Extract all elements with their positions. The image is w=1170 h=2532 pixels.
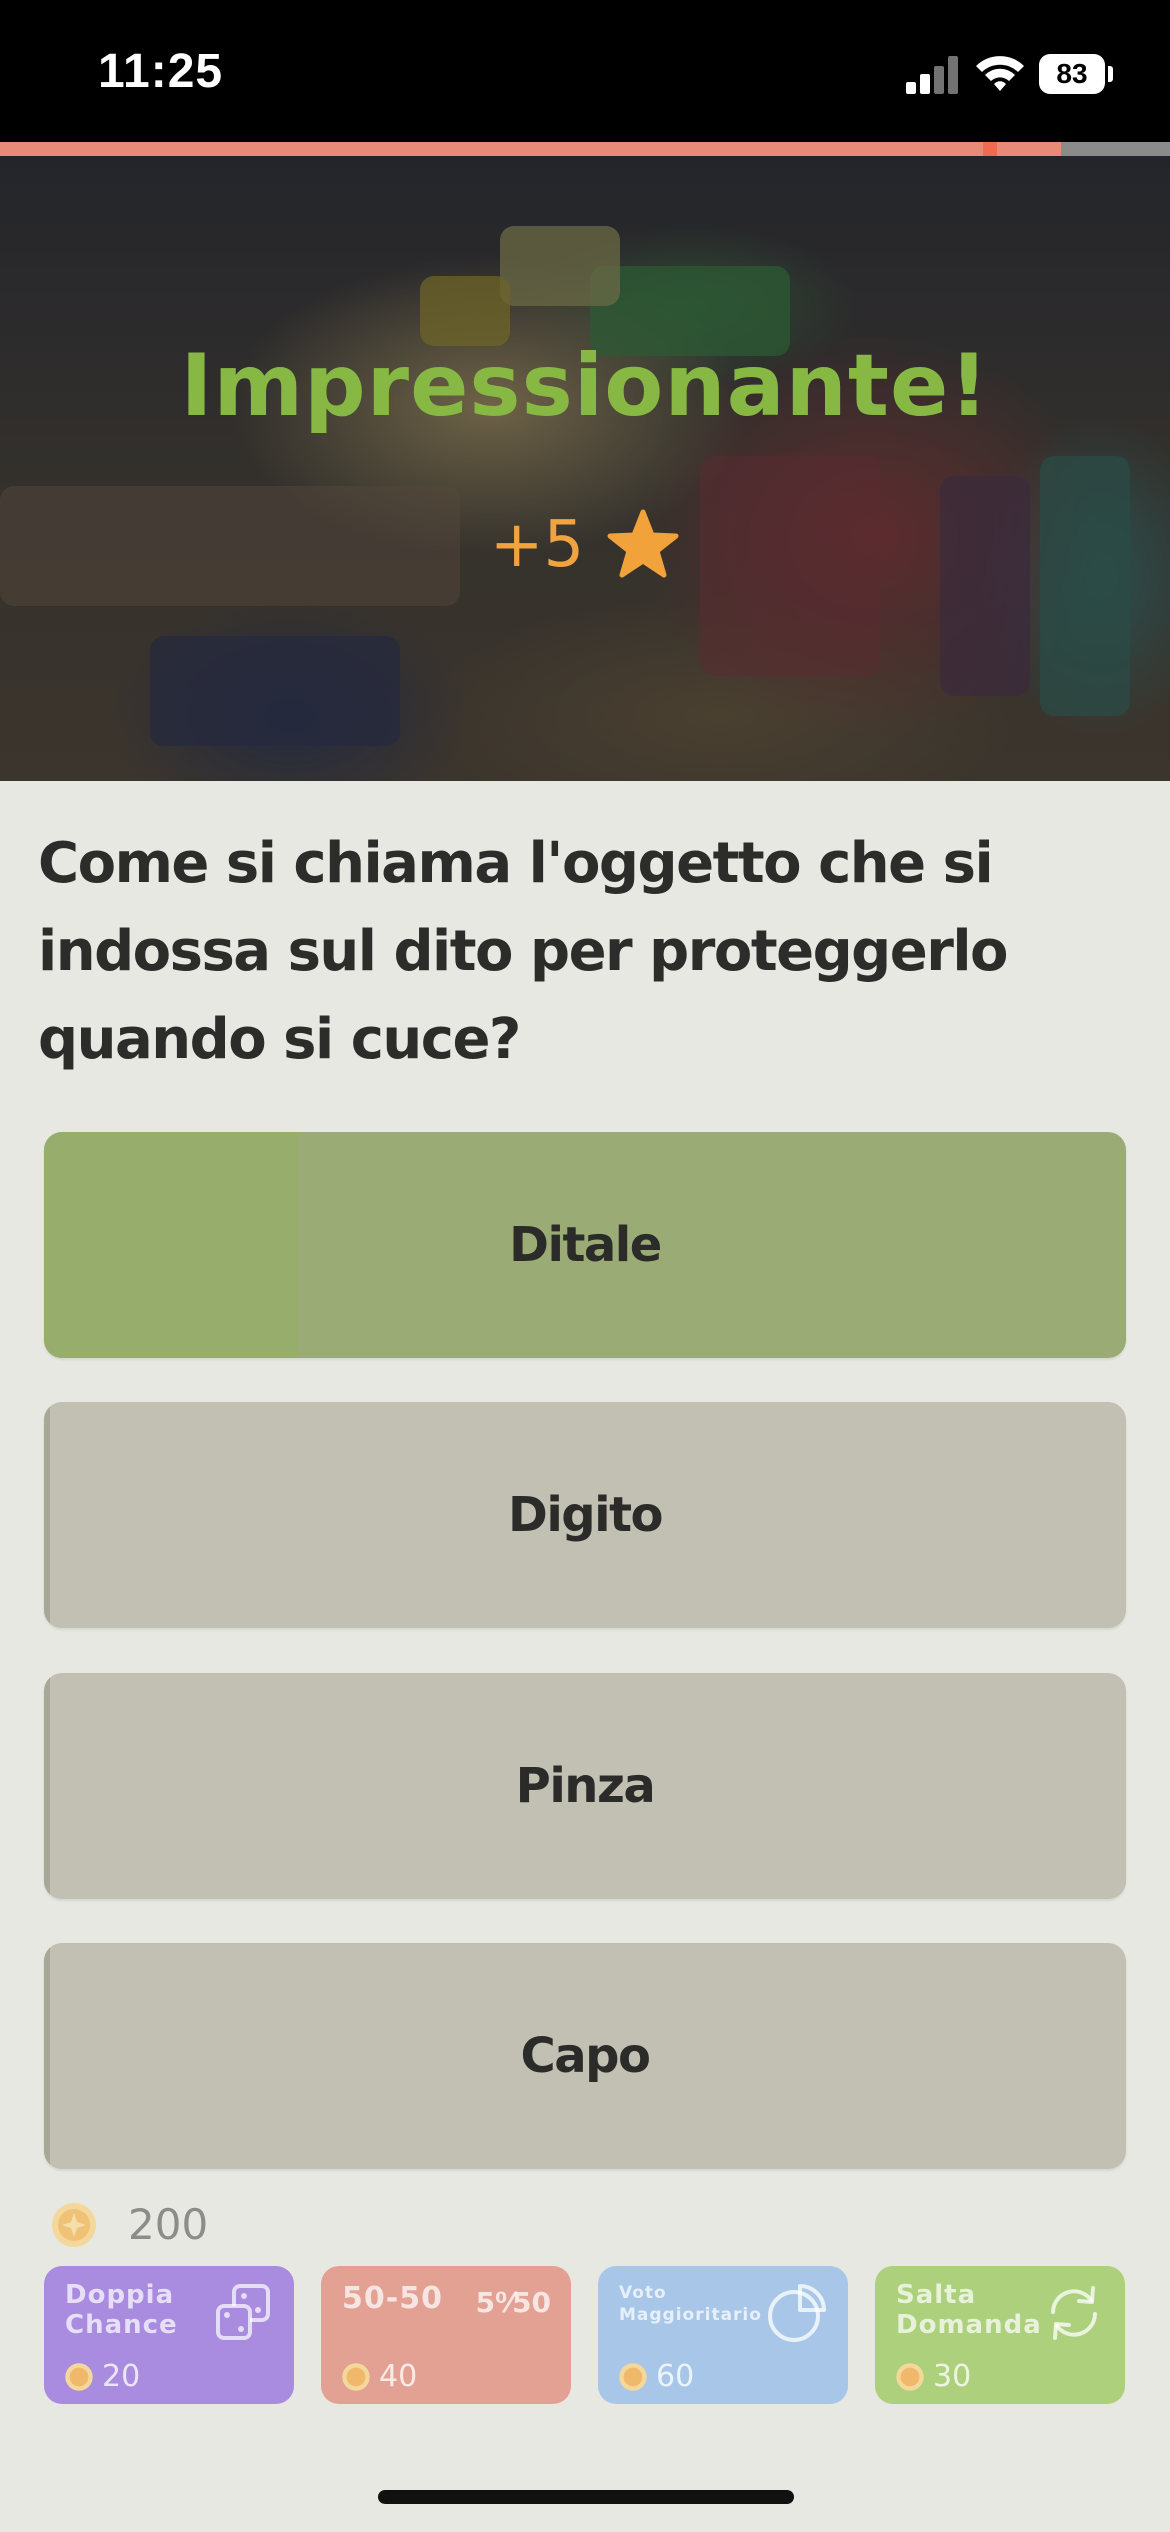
powerup-cost: 40 — [341, 2359, 417, 2394]
coin-icon — [52, 2202, 96, 2247]
background-spool — [150, 636, 400, 746]
powerup-cost: 20 — [64, 2359, 140, 2394]
powerup-cost-value: 20 — [102, 2359, 141, 2394]
answer-edge — [44, 1673, 50, 1899]
answer-option-correct[interactable]: Ditale — [44, 1132, 1126, 1358]
battery-indicator: 83 — [1039, 54, 1105, 94]
powerup-cost-value: 60 — [656, 2359, 695, 2394]
background-spool — [1040, 456, 1130, 716]
cellular-signal-icon — [906, 56, 958, 94]
points-earned: +5 — [489, 508, 585, 582]
dice-icon — [216, 2284, 270, 2340]
pie-chart-icon — [768, 2284, 826, 2342]
answer-option[interactable]: Pinza — [44, 1673, 1126, 1899]
coin-icon — [342, 2362, 370, 2391]
powerup-majority-vote[interactable]: Voto Maggioritario 60 — [598, 2266, 848, 2404]
powerup-cost-value: 30 — [933, 2359, 972, 2394]
score-gain: +5 — [0, 508, 1170, 582]
answer-time-fill — [44, 1132, 298, 1358]
answer-option[interactable]: Capo — [44, 1943, 1126, 2169]
answer-edge — [44, 1402, 50, 1628]
powerup-label: Salta Domanda — [896, 2280, 1042, 2340]
quiz-progress-fill — [0, 142, 1061, 156]
refresh-icon — [1051, 2286, 1097, 2340]
quiz-progress-bar — [0, 142, 1170, 156]
status-time: 11:25 — [98, 45, 224, 98]
coin-icon — [619, 2362, 647, 2391]
powerup-cost: 30 — [895, 2359, 971, 2394]
battery-tip — [1108, 66, 1113, 82]
powerup-cost: 60 — [618, 2359, 694, 2394]
answer-option[interactable]: Digito — [44, 1402, 1126, 1628]
status-bar: 11:25 83 — [0, 0, 1170, 142]
star-icon — [607, 509, 679, 578]
fifty-fifty-icon: 5⁰⁄50 — [475, 2286, 551, 2319]
powerup-cost-value: 40 — [379, 2359, 418, 2394]
home-indicator[interactable] — [378, 2490, 794, 2504]
wifi-icon — [976, 56, 1024, 91]
powerup-skip-question[interactable]: Salta Domanda 30 — [875, 2266, 1125, 2404]
coin-icon — [896, 2362, 924, 2391]
quiz-progress-marker — [983, 142, 997, 156]
result-banner: Impressionante! +5 — [0, 156, 1170, 781]
powerup-label: Voto Maggioritario — [619, 2283, 762, 2325]
powerup-double-chance[interactable]: Doppia Chance 20 — [44, 2266, 294, 2404]
powerup-fifty-fifty[interactable]: 50-50 5⁰⁄50 40 — [321, 2266, 571, 2404]
coin-icon — [65, 2362, 93, 2391]
background-spool — [500, 226, 620, 306]
answer-label: Digito — [507, 1487, 664, 1543]
result-title: Impressionante! — [180, 336, 990, 436]
coin-balance-value: 200 — [128, 2200, 209, 2249]
answer-label: Ditale — [509, 1217, 662, 1273]
powerup-label: 50-50 — [342, 2281, 443, 2316]
answer-label: Pinza — [515, 1758, 656, 1814]
answer-label: Capo — [520, 2028, 651, 2084]
answer-edge — [44, 1943, 50, 2169]
powerup-label: Doppia Chance — [65, 2280, 178, 2340]
coin-balance: 200 — [50, 2200, 208, 2249]
question-text: Come si chiama l'oggetto che si indossa … — [38, 831, 1009, 1072]
